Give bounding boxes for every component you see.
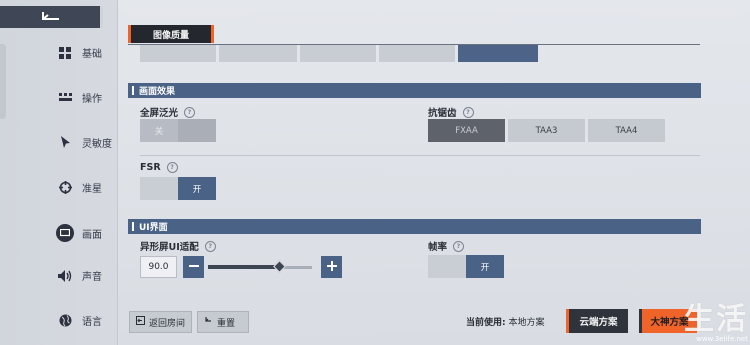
sidebar-item-label: 灵敏度 [82, 139, 112, 150]
tab-image-quality[interactable]: 图像质量 [128, 25, 214, 43]
framerate-off-option[interactable] [428, 255, 466, 278]
sidebar-item-sound[interactable]: 声音 [58, 268, 102, 283]
sidebar-item-label: 画面 [82, 229, 102, 241]
section-title: UI界面 [139, 223, 168, 233]
sidebar-item-label: 准星 [82, 184, 102, 195]
reset-button[interactable]: 重置 [197, 311, 249, 333]
divider [140, 155, 700, 156]
sidebar-item-sensitivity[interactable]: 灵敏度 [58, 135, 112, 150]
quality-option[interactable] [219, 45, 297, 62]
help-icon[interactable]: ? [453, 240, 465, 252]
quality-option-selected[interactable] [458, 45, 538, 62]
bloom-off-option[interactable]: 关 [140, 119, 178, 142]
antialias-fxaa-option[interactable]: FXAA [428, 119, 505, 142]
fsr-label: FSR ? [140, 162, 178, 173]
ui-adapt-value[interactable]: 90.0 [140, 256, 177, 278]
framerate-toggle: 开 [428, 255, 504, 278]
sidebar-item-basic[interactable]: 基础 [58, 45, 102, 60]
framerate-label: 帧率 ? [428, 239, 465, 253]
sidebar-item-language[interactable]: 语言 [58, 313, 102, 328]
ui-adapt-label-text: 异形屏UI适配 [140, 242, 199, 253]
back-arrow-icon [39, 10, 61, 25]
help-icon[interactable]: ? [184, 106, 196, 118]
help-icon[interactable]: ? [166, 162, 178, 173]
master-scheme-button[interactable]: 大神方案 [639, 309, 697, 333]
antialias-label: 抗锯齿 ? [428, 105, 474, 119]
sidebar-item-controls[interactable]: 操作 [58, 90, 102, 105]
antialias-taa4-option[interactable]: TAA4 [588, 119, 665, 142]
quality-option[interactable] [140, 45, 216, 62]
fsr-on-option[interactable]: 开 [178, 177, 216, 200]
cloud-scheme-button[interactable]: 云端方案 [566, 309, 628, 333]
framerate-label-text: 帧率 [428, 242, 448, 253]
help-icon[interactable]: ? [204, 240, 216, 252]
minus-icon [188, 261, 199, 274]
section-title: 画面效果 [139, 87, 176, 97]
monitor-icon [56, 224, 74, 242]
quality-option[interactable] [379, 45, 455, 62]
framerate-on-option[interactable]: 开 [466, 255, 504, 278]
quality-option[interactable] [300, 45, 376, 62]
globe-icon [58, 314, 72, 328]
reset-label: 重置 [217, 318, 236, 329]
ui-adapt-slider-fill [208, 265, 279, 269]
watermark-url: www.3elife.net [696, 335, 748, 343]
keyboard-icon [58, 91, 72, 105]
bloom-on-option[interactable] [178, 119, 216, 142]
sidebar-item-crosshair[interactable]: 准星 [58, 180, 102, 195]
section-ui-header: UI界面 [128, 219, 701, 234]
section-marker [132, 222, 134, 231]
antialias-label-text: 抗锯齿 [428, 108, 457, 119]
current-scheme-prefix: 当前使用: [466, 318, 506, 328]
increase-button[interactable] [321, 256, 342, 278]
help-icon[interactable]: ? [462, 106, 474, 118]
sidebar-item-label: 操作 [82, 94, 102, 105]
current-scheme-value: 本地方案 [508, 318, 545, 328]
speaker-icon [58, 269, 72, 283]
sidebar-item-label: 基础 [82, 49, 102, 60]
bloom-toggle: 关 [140, 119, 216, 142]
bloom-label-text: 全屏泛光 [140, 108, 179, 119]
sidebar-item-label: 语言 [82, 317, 102, 328]
current-scheme: 当前使用: 本地方案 [466, 315, 545, 328]
fsr-off-option[interactable] [140, 177, 178, 200]
fsr-toggle: 开 [140, 177, 216, 200]
bloom-label: 全屏泛光 ? [140, 105, 196, 119]
quality-preset-selector [140, 45, 538, 62]
back-room-button[interactable]: 返回房间 [129, 311, 192, 333]
grid-icon [58, 46, 72, 60]
antialias-taa3-option[interactable]: TAA3 [508, 119, 585, 142]
ui-adapt-label: 异形屏UI适配 ? [140, 239, 216, 253]
exit-icon [136, 316, 145, 328]
antialias-selector: FXAA TAA3 TAA4 [428, 119, 665, 142]
plus-icon [326, 260, 337, 274]
section-marker [132, 86, 134, 95]
back-room-label: 返回房间 [149, 318, 186, 329]
section-effects-header: 画面效果 [128, 83, 701, 98]
crosshair-icon [58, 181, 72, 195]
decrease-button[interactable] [183, 256, 204, 278]
sidebar-item-display[interactable]: 画面 [56, 224, 102, 242]
sidebar-item-label: 声音 [82, 272, 102, 283]
fsr-label-text: FSR [140, 162, 161, 173]
ui-adapt-slider-thumb[interactable] [273, 260, 286, 273]
sidebar-edge [0, 44, 6, 119]
cursor-icon [58, 136, 72, 150]
back-button[interactable] [0, 6, 103, 28]
reset-icon [204, 316, 213, 328]
